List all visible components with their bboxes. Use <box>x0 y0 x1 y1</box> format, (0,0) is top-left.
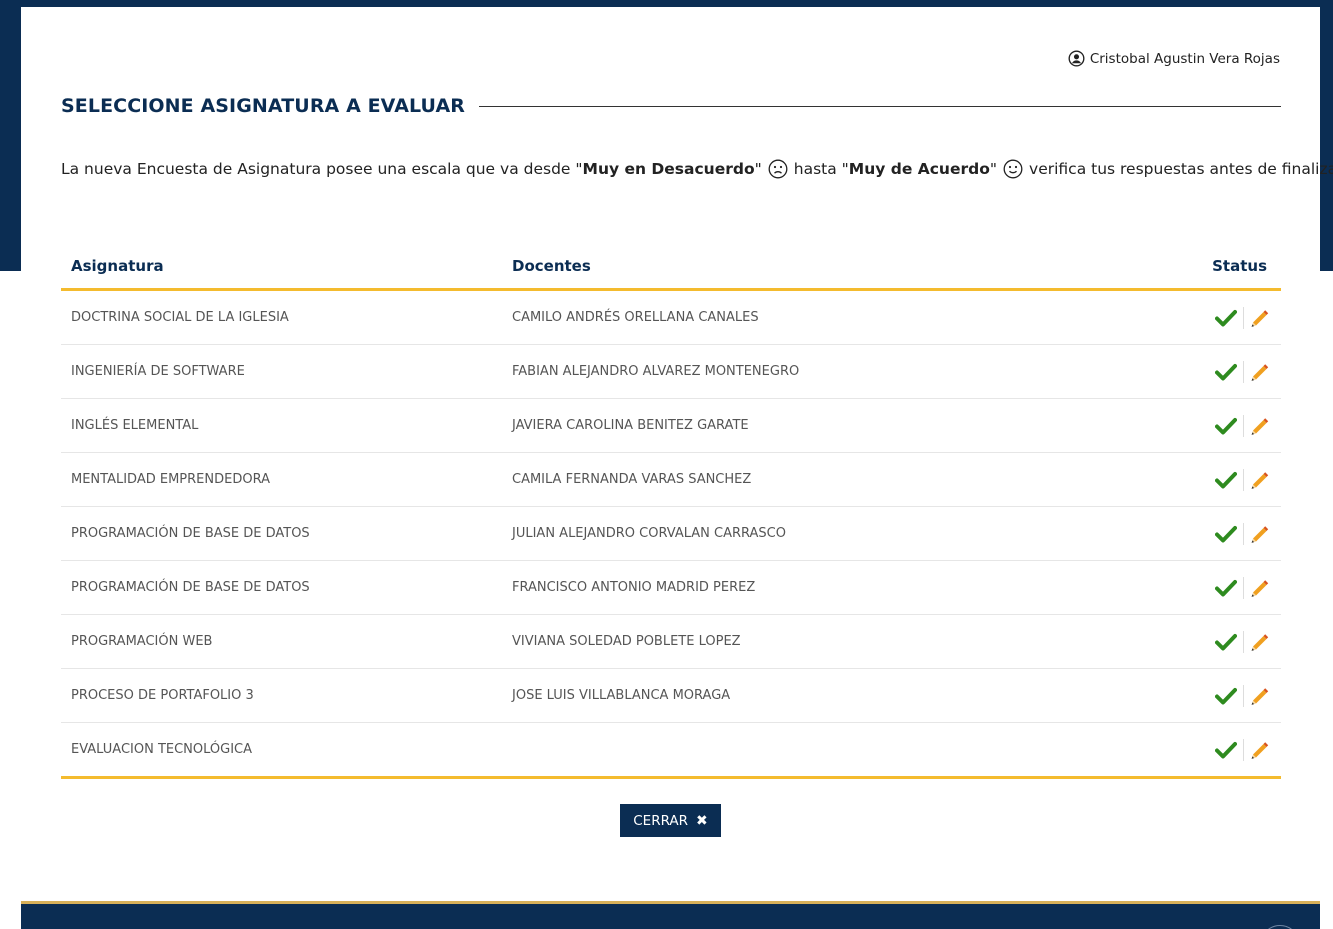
close-icon: ✖ <box>696 812 708 829</box>
pencil-icon[interactable] <box>1249 523 1271 545</box>
table-body: DOCTRINA SOCIAL DE LA IGLESIA CAMILO ANDR… <box>61 291 1281 779</box>
teacher-cell: JOSE LUIS VILLABLANCA MORAGA <box>512 688 731 703</box>
status-divider <box>1243 414 1244 437</box>
sad-face-icon <box>768 159 788 179</box>
scale-min-label: Muy en Desacuerdo <box>582 160 755 178</box>
subject-cell: PROGRAMACIÓN WEB <box>71 634 213 649</box>
pencil-icon[interactable] <box>1249 685 1271 707</box>
pencil-icon[interactable] <box>1249 739 1271 761</box>
pencil-icon[interactable] <box>1249 307 1271 329</box>
subject-cell: DOCTRINA SOCIAL DE LA IGLESIA <box>71 310 289 325</box>
status-divider <box>1243 468 1244 491</box>
table-row: EVALUACION TECNOLÓGICA <box>61 723 1281 779</box>
happy-face-icon <box>1003 159 1023 179</box>
close-button-label: CERRAR <box>633 812 689 829</box>
intro-part1: La nueva Encuesta de Asignatura posee un… <box>61 160 583 178</box>
intro-part5: verifica tus respuestas antes de finaliz… <box>1029 160 1333 178</box>
check-icon <box>1215 525 1237 542</box>
teacher-cell: JULIAN ALEJANDRO CORVALAN CARRASCO <box>512 526 786 541</box>
status-divider <box>1243 522 1244 545</box>
status-divider <box>1243 576 1244 599</box>
intro-part3: hasta " <box>793 160 849 178</box>
status-divider <box>1243 630 1244 653</box>
check-icon <box>1215 471 1237 488</box>
subject-cell: MENTALIDAD EMPRENDEDORA <box>71 472 270 487</box>
table-row: PROGRAMACIÓN DE BASE DE DATOS JULIAN ALEJ… <box>61 507 1281 561</box>
user-circle-icon <box>1068 50 1085 67</box>
status-divider <box>1243 360 1244 383</box>
table-row: PROGRAMACIÓN DE BASE DE DATOS FRANCISCO A… <box>61 561 1281 615</box>
status-cell <box>1181 630 1281 653</box>
teacher-cell: VIVIANA SOLEDAD POBLETE LOPEZ <box>512 634 741 649</box>
table-row: INGLÉS ELEMENTAL JAVIERA CAROLINA BENITEZ… <box>61 399 1281 453</box>
pencil-icon[interactable] <box>1249 361 1271 383</box>
teacher-cell: CAMILA FERNANDA VARAS SANCHEZ <box>512 472 752 487</box>
table-row: MENTALIDAD EMPRENDEDORA CAMILA FERNANDA V… <box>61 453 1281 507</box>
intro-part2: " <box>754 160 762 178</box>
intro-part4: " <box>989 160 998 178</box>
subject-cell: PROGRAMACIÓN DE BASE DE DATOS <box>71 580 310 595</box>
user-info: Cristobal Agustin Vera Rojas <box>1068 50 1280 67</box>
status-cell <box>1181 306 1281 329</box>
table-row: DOCTRINA SOCIAL DE LA IGLESIA CAMILO ANDR… <box>61 291 1281 345</box>
subject-cell: EVALUACION TECNOLÓGICA <box>71 742 253 757</box>
status-cell <box>1181 522 1281 545</box>
check-icon <box>1215 417 1237 434</box>
check-icon <box>1215 633 1237 650</box>
status-cell <box>1181 738 1281 761</box>
check-icon <box>1215 363 1237 380</box>
header-subject: Asignatura <box>71 256 164 275</box>
table-row: PROGRAMACIÓN WEB VIVIANA SOLEDAD POBLETE … <box>61 615 1281 669</box>
teacher-cell: CAMILO ANDRÉS ORELLANA CANALES <box>512 310 759 325</box>
survey-card: Cristobal Agustin Vera Rojas SELECCIONE … <box>21 7 1333 901</box>
status-cell <box>1181 360 1281 383</box>
pencil-icon[interactable] <box>1249 415 1271 437</box>
pencil-icon[interactable] <box>1249 631 1271 653</box>
page: Cristobal Agustin Vera Rojas SELECCIONE … <box>0 0 1333 929</box>
status-cell <box>1181 468 1281 491</box>
subject-cell: INGLÉS ELEMENTAL <box>71 418 199 433</box>
status-cell <box>1181 684 1281 707</box>
teacher-cell: FABIAN ALEJANDRO ALVAREZ MONTENEGRO <box>512 364 800 379</box>
status-cell <box>1181 414 1281 437</box>
subject-cell: PROCESO DE PORTAFOLIO 3 <box>71 688 254 703</box>
check-icon <box>1215 741 1237 758</box>
subjects-table: Asignatura Docentes Status DOCTRINA SOCI… <box>61 243 1281 779</box>
teacher-cell: FRANCISCO ANTONIO MADRID PEREZ <box>512 580 756 595</box>
page-title: SELECCIONE ASIGNATURA A EVALUAR <box>61 95 466 117</box>
intro-text: La nueva Encuesta de Asignatura posee un… <box>61 159 1333 179</box>
section-title: SELECCIONE ASIGNATURA A EVALUAR <box>61 95 1281 117</box>
subject-cell: PROGRAMACIÓN DE BASE DE DATOS <box>71 526 310 541</box>
status-divider <box>1243 738 1244 761</box>
check-icon <box>1215 687 1237 704</box>
pencil-icon[interactable] <box>1249 577 1271 599</box>
table-row: PROCESO DE PORTAFOLIO 3 JOSE LUIS VILLABL… <box>61 669 1281 723</box>
status-cell <box>1181 576 1281 599</box>
user-name: Cristobal Agustin Vera Rojas <box>1089 50 1280 67</box>
status-divider <box>1243 306 1244 329</box>
check-icon <box>1215 309 1237 326</box>
pencil-icon[interactable] <box>1249 469 1271 491</box>
check-icon <box>1215 579 1237 596</box>
table-header: Asignatura Docentes Status <box>61 243 1281 291</box>
status-divider <box>1243 684 1244 707</box>
title-divider <box>479 105 1281 107</box>
header-status: Status <box>1212 256 1267 275</box>
subject-cell: INGENIERÍA DE SOFTWARE <box>71 364 245 379</box>
teacher-cell: JAVIERA CAROLINA BENITEZ GARATE <box>512 418 749 433</box>
close-button[interactable]: CERRAR ✖ <box>620 804 721 837</box>
table-row: INGENIERÍA DE SOFTWARE FABIAN ALEJANDRO A… <box>61 345 1281 399</box>
scroll-top-button[interactable] <box>1260 925 1300 929</box>
header-teachers: Docentes <box>512 256 591 275</box>
footer <box>21 901 1320 929</box>
scale-max-label: Muy de Acuerdo <box>848 160 990 178</box>
